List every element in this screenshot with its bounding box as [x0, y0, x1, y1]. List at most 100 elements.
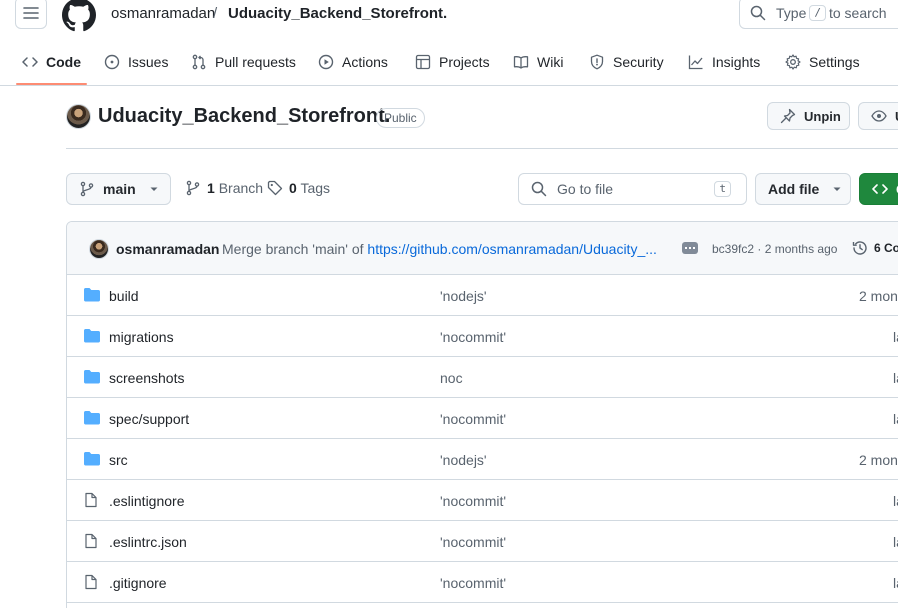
watch-button[interactable]: U [858, 102, 898, 130]
branch-name: main [103, 181, 136, 197]
tags-link[interactable]: 0 Tags [267, 180, 330, 196]
go-to-file-shortcut: t [714, 181, 731, 197]
tab-label: Code [46, 54, 81, 70]
commit-message[interactable]: Merge branch 'main' of https://github.co… [222, 241, 657, 257]
tab-label: Actions [342, 54, 388, 70]
file-row[interactable]: build 'nodejs' 2 mon [67, 275, 898, 316]
tab-pull-requests[interactable]: Pull requests [191, 44, 296, 80]
file-row[interactable]: migrations 'nocommit' la [67, 316, 898, 357]
code-icon [22, 54, 38, 70]
file-row[interactable]: src 'nodejs' 2 mon [67, 439, 898, 480]
visibility-badge: Public [376, 108, 425, 128]
file-row[interactable]: .eslintrc.json 'nocommit' la [67, 521, 898, 562]
commit-message-link[interactable]: https://github.com/osmanramadan/Uduacity… [367, 241, 656, 257]
repo-nav: Code Issues Pull requests Actions Projec… [0, 44, 898, 86]
search-icon [531, 181, 547, 197]
search-placeholder-prefix: Type [776, 5, 807, 21]
commit-time: 2 months ago [764, 242, 838, 256]
file-name-link[interactable]: src [109, 452, 128, 468]
chevron-down-icon [831, 183, 843, 195]
repo-title[interactable]: Uduacity_Backend_Storefront. [98, 105, 390, 128]
branch-selector[interactable]: main [66, 173, 171, 205]
file-name-link[interactable]: migrations [109, 329, 174, 345]
file-commit-message[interactable]: 'nodejs' [440, 288, 487, 304]
file-commit-message[interactable]: 'nocommit' [440, 534, 506, 550]
file-commit-date: la [893, 411, 898, 427]
tab-settings[interactable]: Settings [785, 44, 860, 80]
tab-issues[interactable]: Issues [104, 44, 168, 80]
file-commit-message[interactable]: 'nodejs' [440, 452, 487, 468]
search-shortcut-key: / [809, 5, 826, 21]
menu-button[interactable] [15, 0, 47, 29]
search-input[interactable]: Type / to search [739, 0, 898, 29]
tab-label: Issues [128, 54, 169, 70]
tab-security[interactable]: Security [589, 44, 664, 80]
file-name-link[interactable]: .gitignore [109, 575, 167, 591]
github-logo-icon[interactable] [62, 0, 96, 32]
tab-actions[interactable]: Actions [318, 44, 388, 80]
owner-avatar[interactable] [66, 104, 91, 129]
file-commit-date: la [893, 493, 898, 509]
hamburger-icon [23, 5, 39, 21]
unpin-label: Unpin [804, 108, 841, 124]
tab-label: Settings [809, 54, 860, 70]
file-row[interactable]: spec/support 'nocommit' la [67, 398, 898, 439]
tab-label: Pull requests [215, 54, 296, 70]
play-icon [318, 54, 334, 70]
commit-hash: bc39fc2 [712, 242, 755, 256]
header-divider [66, 148, 898, 149]
issue-icon [104, 54, 120, 70]
breadcrumb-owner-link[interactable]: osmanramadan [111, 5, 215, 22]
tab-insights[interactable]: Insights [688, 44, 760, 80]
tab-projects[interactable]: Projects [415, 44, 490, 80]
folder-icon [83, 328, 101, 344]
file-commit-message[interactable]: 'nocommit' [440, 493, 506, 509]
file-icon [83, 533, 99, 549]
go-to-file-placeholder: Go to file [557, 181, 614, 197]
eye-icon [871, 108, 887, 124]
breadcrumb-repo-link[interactable]: Uduacity_Backend_Storefront. [228, 5, 447, 22]
file-name-link[interactable]: spec/support [109, 411, 189, 427]
file-name-link[interactable]: .eslintignore [109, 493, 185, 509]
tag-count-label: Tags [300, 180, 331, 196]
latest-commit-bar: osmanramadan Merge branch 'main' of http… [67, 222, 898, 275]
history-icon [852, 240, 868, 256]
file-name-link[interactable]: .eslintrc.json [109, 534, 187, 550]
branches-link[interactable]: 1 Branch [185, 180, 263, 196]
search-icon [750, 5, 766, 21]
commit-hash-info[interactable]: bc39fc2 · 2 months ago [712, 242, 837, 256]
file-commit-message[interactable]: 'nocommit' [440, 329, 506, 345]
file-commit-message[interactable]: 'nocommit' [440, 411, 506, 427]
file-commit-date: la [893, 575, 898, 591]
unpin-button[interactable]: Unpin [767, 102, 850, 130]
tab-label: Wiki [537, 54, 564, 70]
file-commit-message[interactable]: 'nocommit' [440, 575, 506, 591]
add-file-label: Add file [768, 181, 820, 197]
ellipsis-icon[interactable] [682, 242, 698, 254]
tab-label: Security [613, 54, 664, 70]
selected-tab-underline [16, 83, 87, 85]
go-to-file-input[interactable]: Go to file t [518, 173, 747, 205]
branch-icon [79, 181, 95, 197]
file-row[interactable]: screenshots noc la [67, 357, 898, 398]
file-row[interactable]: .gitignore 'nocommit' la [67, 562, 898, 603]
add-file-button[interactable]: Add file [755, 173, 851, 205]
commit-history-link[interactable]: 6 Co [852, 240, 898, 256]
tab-wiki[interactable]: Wiki [513, 44, 563, 80]
commit-author-link[interactable]: osmanramadan [116, 241, 219, 257]
folder-icon [83, 410, 101, 426]
commit-author-avatar[interactable] [89, 239, 109, 259]
file-name-link[interactable]: screenshots [109, 370, 184, 386]
branch-count: 1 [207, 180, 215, 196]
file-name-link[interactable]: build [109, 288, 139, 304]
gear-icon [785, 54, 801, 70]
tab-code[interactable]: Code [22, 44, 81, 80]
pin-icon [780, 108, 796, 124]
commit-separator: · [757, 242, 762, 256]
graph-icon [688, 54, 704, 70]
file-commit-date: 2 mon [859, 452, 898, 468]
file-row[interactable]: .eslintignore 'nocommit' la [67, 480, 898, 521]
file-commit-message[interactable]: noc [440, 370, 463, 386]
code-button[interactable]: C [859, 173, 898, 205]
tab-label: Projects [439, 54, 490, 70]
